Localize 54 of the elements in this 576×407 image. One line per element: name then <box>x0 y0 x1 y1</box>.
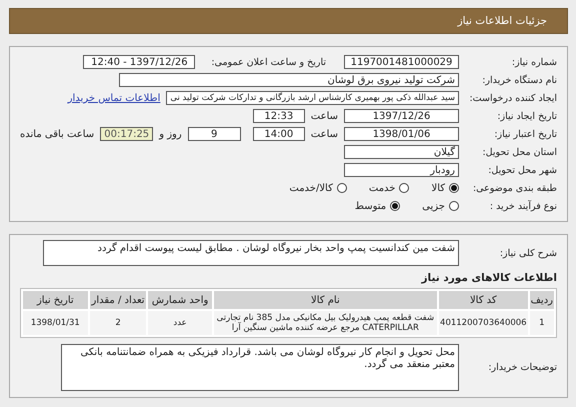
field-label: نام دستگاه خریدار: <box>481 74 557 86</box>
column-header: نام کالا <box>214 291 438 309</box>
field-label: ساعت باقی مانده <box>20 128 94 140</box>
field-value: سید عبدالله ذکی پور بهمیری کارشناس ارشد بازرگانی و تدارکات شرکت تولید نی <box>166 91 459 105</box>
field-label: ایجاد کننده درخواست: <box>468 92 557 104</box>
field-label: نوع فرآیند خرید : <box>488 200 557 212</box>
notes-text: محل تحویل و انجام کار نیروگاه لوشان می باشد. قرارداد فیزیکی به همراه ضمانتنامه بانکی معتبر منعقد می گردد. <box>61 344 459 391</box>
column-header: تاریخ نیاز <box>23 291 88 309</box>
field-label: طبقه بندی موضوعی: <box>472 182 557 194</box>
field-label: استان محل تحویل: <box>481 146 557 158</box>
section-title: اطلاعات کالاهای مورد نیاز <box>420 272 557 284</box>
field-value: 1397/12/26 - 12:40 <box>83 55 196 69</box>
field-value: 9 <box>188 127 241 141</box>
field-value: 12:33 <box>252 109 305 123</box>
field-label: شرح کلی نیاز: <box>498 248 557 259</box>
radio-option[interactable]: متوسط <box>354 200 400 212</box>
field-value: 1397/12/26 <box>344 109 459 123</box>
field-value: 14:00 <box>252 127 305 141</box>
table-cell: 1398/01/31 <box>23 311 88 335</box>
table-cell: 1 <box>530 311 554 335</box>
page-title: جزئیات اطلاعات نیاز <box>458 15 547 27</box>
field-label: شماره نیاز: <box>510 56 557 68</box>
table-cell: 2 <box>90 311 146 335</box>
field-label: توضیحات خریدار: <box>487 362 557 373</box>
table-cell: 4011200703640006 <box>439 311 528 335</box>
radio-button[interactable] <box>449 183 459 193</box>
radio-option[interactable]: جزیی <box>422 200 459 212</box>
column-header: کد کالا <box>439 291 528 309</box>
field-value: شرکت تولید نیروی برق لوشان <box>119 73 459 87</box>
radio-button[interactable] <box>449 201 459 211</box>
field-label: شهر محل تحویل: <box>487 164 557 176</box>
field-label: روز و <box>159 128 182 140</box>
radio-button[interactable] <box>390 201 400 211</box>
field-label: تاریخ ایجاد نیاز: <box>496 110 557 122</box>
countdown-field: 00:17:25 <box>100 127 154 141</box>
field-value: رودبار <box>344 163 459 177</box>
radio-button[interactable] <box>399 183 410 193</box>
table-cell: شفت قطعه پمپ هیدرولیک بیل مکانیکی مدل 385 نام تجارتی CATERPILLAR مرجع عرضه کننده ماشین سنگین آرا <box>214 311 438 335</box>
field-label: تاریخ اعتبار نیاز: <box>493 128 557 140</box>
contact-link[interactable]: اطلاعات تماس خریدار <box>68 92 160 104</box>
column-header: ردیف <box>530 291 554 309</box>
field-label: ساعت <box>310 110 338 122</box>
column-header: واحد شمارش <box>148 291 212 309</box>
radio-option[interactable]: خدمت <box>368 182 410 194</box>
radio-option[interactable]: کالا/خدمت <box>289 182 347 194</box>
summary-text: شفت مین کندانسیت پمپ واحد بخار نیروگاه لوشان . مطابق لیست پیوست اقدام گردد <box>43 240 459 266</box>
radio-option[interactable]: کالا <box>431 182 459 194</box>
field-label: ساعت <box>310 128 338 140</box>
radio-button[interactable] <box>336 183 347 193</box>
column-header: تعداد / مقدار <box>90 291 146 309</box>
field-label: تاریخ و ساعت اعلان عمومی: <box>211 56 326 68</box>
field-value: 1398/01/06 <box>344 127 459 141</box>
field-value: 1197001481000029 <box>344 55 459 69</box>
table-cell: عدد <box>148 311 212 335</box>
